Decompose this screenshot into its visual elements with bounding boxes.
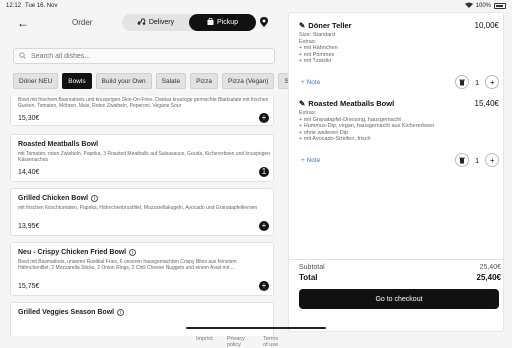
product-name-text: Grilled Chicken Bowl	[18, 195, 89, 202]
search-box	[13, 48, 275, 64]
product-name-text: Grilled Veggies Season Bowl	[18, 309, 115, 316]
product-list: Bowl mit frischem Basmatireis und knuspr…	[10, 96, 278, 336]
cart-item-price: 10,00€	[474, 21, 499, 30]
checkout-button[interactable]: Go to checkout	[299, 289, 499, 309]
quantity-stepper: 1 +	[455, 75, 500, 89]
cart-panel: ✎ Döner Teller 10,00€ Size: Standard Ext…	[288, 12, 505, 332]
product-card[interactable]: Neu - Crispy Chicken Fried Bowl i Bowl mi…	[10, 242, 274, 296]
category-tab-doener-neu[interactable]: Döner NEU	[13, 73, 59, 89]
add-to-cart-button[interactable]: +	[259, 281, 269, 291]
product-description: Bowl mit Basmatireis, unseren Rustikal F…	[18, 259, 237, 271]
top-bar: ← Order Delivery Pickup	[0, 12, 284, 34]
increase-quantity-button[interactable]: +	[485, 153, 500, 167]
product-card[interactable]: Grilled Chicken Bowl i mit frischen Kirsc…	[10, 188, 274, 236]
increase-quantity-button[interactable]: +	[485, 75, 500, 89]
status-date: Tue 16. Nov	[25, 3, 58, 9]
cart-item-details: Size: Standard Extras: + mit Hähnchen + …	[299, 32, 499, 65]
product-name: Roasted Meatballs Bowl	[18, 141, 98, 148]
subtotal-value: 25,40€	[479, 264, 501, 271]
category-tab-pizza-vegan[interactable]: Pizza (Vegan)	[222, 73, 275, 89]
scooter-icon	[137, 18, 146, 27]
product-price: 15,30€	[18, 115, 40, 122]
cart-item-name: ✎ Döner Teller	[299, 21, 499, 30]
imprint-link[interactable]: Imprint	[196, 336, 213, 348]
product-name: Neu - Crispy Chicken Fried Bowl i	[18, 249, 137, 256]
edit-pencil-icon[interactable]: ✎	[299, 99, 305, 108]
search-icon	[19, 51, 26, 61]
menu-pane: ← Order Delivery Pickup Dön	[0, 12, 303, 348]
cart-item-price: 15,40€	[474, 99, 499, 108]
cart-item: ✎ Roasted Meatballs Bowl 15,40€ Extras: …	[299, 99, 499, 143]
detail-line: + mit Avocado-Streifen, frisch	[299, 136, 371, 142]
battery-percent: 100%	[475, 3, 491, 9]
privacy-link[interactable]: Privacy policy	[227, 336, 249, 348]
quantity-value: 1	[475, 77, 480, 87]
product-card[interactable]: Bowl mit frischem Basmatireis und knuspr…	[10, 96, 274, 126]
quantity-stepper: 1 +	[455, 153, 500, 167]
product-name: Grilled Chicken Bowl i	[18, 195, 99, 202]
category-tab-build-your-own[interactable]: Build your Own	[95, 73, 152, 89]
location-pin-icon[interactable]	[260, 17, 268, 29]
delete-button[interactable]	[455, 75, 469, 89]
total-row: Total 25,40€	[299, 273, 501, 282]
product-name: Grilled Veggies Season Bowl i	[18, 309, 125, 316]
status-time: 12:12	[6, 3, 22, 9]
cart-count-badge[interactable]: 1	[259, 167, 269, 177]
category-tab-salate[interactable]: Salate	[155, 73, 187, 89]
search-input[interactable]	[31, 52, 251, 60]
detail-line: + mit Tzatziki	[299, 58, 332, 64]
wifi-icon	[464, 2, 473, 10]
add-note-link[interactable]: + Note	[301, 157, 320, 164]
info-icon[interactable]: i	[91, 195, 99, 202]
divider	[289, 259, 505, 260]
quantity-value: 1	[475, 155, 480, 165]
pickup-option[interactable]: Pickup	[189, 14, 256, 31]
delete-button[interactable]	[455, 153, 469, 167]
status-bar: 12:12 Tue 16. Nov 100%	[0, 0, 512, 12]
cart-item-name-text: Roasted Meatballs Bowl	[308, 99, 395, 108]
product-price: 15,75€	[18, 283, 40, 290]
category-tab-pizza[interactable]: Pizza	[190, 73, 218, 89]
product-description: mit Tomaten, roten Zwiebeln, Paprika, 3 …	[18, 151, 270, 163]
category-tabs: Döner NEU Bowls Build your Own Salate Pi…	[13, 73, 303, 89]
product-name-text: Neu - Crispy Chicken Fried Bowl	[18, 249, 127, 256]
category-tab-bowls[interactable]: Bowls	[62, 73, 92, 89]
product-card[interactable]: Grilled Veggies Season Bowl i	[10, 302, 274, 336]
edit-pencil-icon[interactable]: ✎	[299, 21, 305, 30]
product-price: 13,95€	[18, 223, 40, 230]
subtotal-row: Subtotal 25,40€	[299, 264, 501, 271]
subtotal-label: Subtotal	[299, 264, 325, 271]
delivery-option[interactable]: Delivery	[122, 14, 189, 31]
order-mode-toggle: Delivery Pickup	[122, 14, 256, 31]
cart-item-details: Extras: + mit Granatapfel-Dressing, haus…	[299, 110, 499, 143]
back-arrow-icon[interactable]: ←	[17, 16, 29, 30]
home-indicator[interactable]	[186, 327, 326, 329]
cart-item-name-text: Döner Teller	[308, 21, 352, 30]
add-to-cart-button[interactable]: +	[259, 113, 269, 123]
product-price: 14,40€	[18, 169, 40, 176]
add-note-link[interactable]: + Note	[301, 79, 320, 86]
product-card[interactable]: Roasted Meatballs Bowl mit Tomaten, rote…	[10, 134, 274, 182]
product-description: Bowl mit frischem Basmatireis und knuspr…	[18, 97, 269, 109]
footer-links: Imprint Privacy policy Terms of use	[196, 336, 284, 348]
total-value: 25,40€	[476, 273, 501, 282]
product-name-text: Roasted Meatballs Bowl	[18, 141, 99, 148]
page-title: Order	[72, 18, 93, 27]
battery-icon	[494, 3, 506, 9]
product-description: mit frischen Kirschtomaten, Paprika, Häh…	[18, 205, 258, 211]
info-icon[interactable]: i	[117, 309, 125, 316]
info-icon[interactable]: i	[129, 249, 137, 256]
cart-item-name: ✎ Roasted Meatballs Bowl	[299, 99, 499, 108]
total-label: Total	[299, 273, 318, 282]
bag-icon	[207, 17, 214, 27]
delivery-label: Delivery	[148, 19, 175, 26]
add-to-cart-button[interactable]: +	[259, 221, 269, 231]
pickup-label: Pickup	[216, 19, 238, 26]
cart-item: ✎ Döner Teller 10,00€ Size: Standard Ext…	[299, 21, 499, 65]
terms-link[interactable]: Terms of use	[263, 336, 284, 348]
